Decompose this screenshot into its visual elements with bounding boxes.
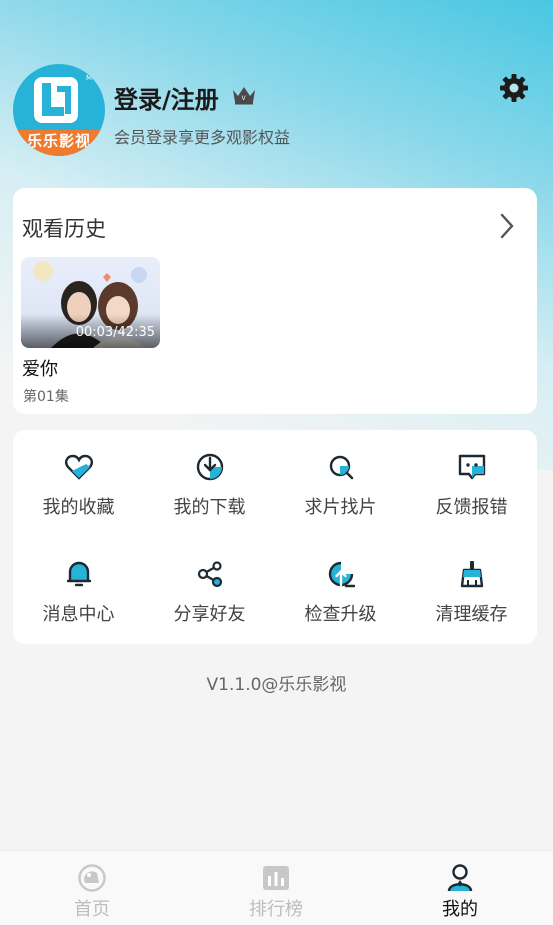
history-video-episode: 第01集 <box>23 389 69 405</box>
menu-item-label: 清理缓存 <box>435 604 508 625</box>
share-icon <box>197 561 222 588</box>
upgrade-icon <box>328 561 355 588</box>
ranking-icon <box>263 866 289 890</box>
menu-item-label: 我的收藏 <box>42 497 115 518</box>
tab-home[interactable]: 首页 <box>0 851 184 925</box>
feedback-icon <box>458 454 485 480</box>
gear-icon[interactable] <box>498 72 530 104</box>
menu-item-label: 检查升级 <box>304 604 377 625</box>
tab-profile[interactable]: 我的 <box>368 851 552 925</box>
bottom-tab-bar: 首页 排行榜 我的 <box>0 850 553 925</box>
menu-item-feedback[interactable]: 反馈报错 <box>406 430 537 520</box>
svg-text:M: M <box>86 74 92 82</box>
profile-icon <box>447 864 473 892</box>
tab-ranking[interactable]: 排行榜 <box>184 851 368 925</box>
chevron-right-icon[interactable] <box>497 212 517 240</box>
version-text: V1.1.0@乐乐影视 <box>206 675 347 695</box>
avatar-caption: 乐乐影视 <box>13 130 105 156</box>
menu-item-downloads[interactable]: 我的下载 <box>144 430 275 520</box>
history-video-title[interactable]: 爱你 <box>22 355 58 381</box>
tab-label: 排行榜 <box>249 899 303 920</box>
login-subtitle: 会员登录享更多观影权益 <box>114 128 291 147</box>
menu-item-share[interactable]: 分享好友 <box>144 537 275 627</box>
history-thumbnail[interactable]: 00:03/42:35 <box>21 257 160 348</box>
bell-icon <box>66 561 91 587</box>
avatar[interactable]: M 乐乐影视 <box>13 64 105 156</box>
function-menu-card: 我的收藏 我的下载 求片找片 反馈报错 消息中心 分享好友 检查升级 清理缓存 <box>13 430 537 644</box>
watch-history-card: 观看历史 00:03/42:35 爱你 第01集 <box>13 188 537 414</box>
menu-item-label: 求片找片 <box>304 497 377 518</box>
watch-history-title: 观看历史 <box>22 217 106 241</box>
menu-item-label: 反馈报错 <box>435 497 508 518</box>
menu-item-check-update[interactable]: 检查升级 <box>275 537 406 627</box>
profile-header: M 乐乐影视 登录/注册 V 会员登录享更多观影权益 <box>13 64 533 160</box>
watch-progress-text: 00:03/42:35 <box>75 325 155 340</box>
menu-item-messages[interactable]: 消息中心 <box>13 537 144 627</box>
search-icon <box>329 455 353 480</box>
menu-item-label: 分享好友 <box>173 604 246 625</box>
login-register-link[interactable]: 登录/注册 <box>114 80 219 115</box>
home-icon <box>78 864 106 892</box>
menu-item-request-movie[interactable]: 求片找片 <box>275 430 406 520</box>
tab-label: 我的 <box>442 899 478 920</box>
menu-item-clear-cache[interactable]: 清理缓存 <box>406 537 537 627</box>
menu-item-favorites[interactable]: 我的收藏 <box>13 430 144 520</box>
download-icon <box>196 453 223 481</box>
menu-item-label: 我的下载 <box>173 497 246 518</box>
menu-item-label: 消息中心 <box>42 604 115 625</box>
tab-label: 首页 <box>74 899 110 920</box>
heart-icon <box>64 454 93 480</box>
crown-icon: V <box>233 87 255 105</box>
broom-icon <box>460 561 483 588</box>
